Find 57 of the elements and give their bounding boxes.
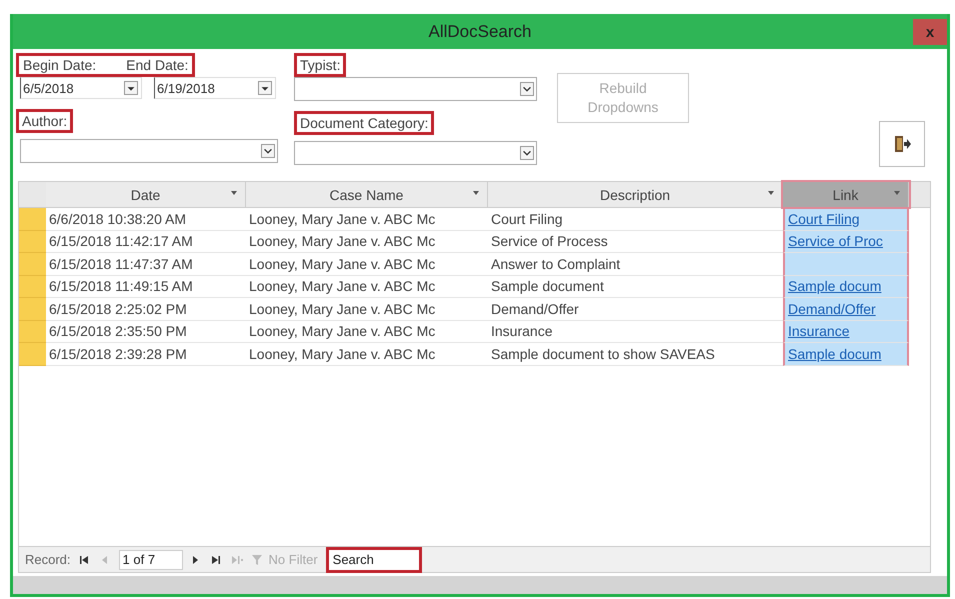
end-date-label: End Date: bbox=[126, 56, 188, 74]
sort-arrow-icon bbox=[894, 191, 900, 195]
document-link[interactable]: Demand/Offer bbox=[788, 300, 876, 317]
first-icon bbox=[78, 554, 89, 564]
document-link[interactable]: Sample docum bbox=[788, 278, 882, 294]
caret-icon bbox=[258, 81, 272, 95]
column-header[interactable]: Link bbox=[783, 182, 909, 207]
record-selector[interactable] bbox=[19, 298, 46, 320]
dropdown-field[interactable] bbox=[20, 139, 278, 163]
exit-door-icon bbox=[892, 134, 912, 154]
begin-date-field[interactable]: 6/5/2018 bbox=[20, 77, 142, 99]
table-cell: 6/15/2018 2:35:50 PM bbox=[46, 320, 246, 343]
table-cell: 6/15/2018 11:42:17 AM bbox=[46, 230, 246, 253]
window-title: AllDocSearch bbox=[428, 22, 532, 42]
caret-icon bbox=[520, 146, 534, 160]
record-selector[interactable] bbox=[19, 276, 46, 298]
caret-icon bbox=[520, 82, 534, 96]
filter-icon bbox=[250, 552, 265, 566]
dropdown-field[interactable] bbox=[294, 141, 537, 165]
caret-icon bbox=[261, 144, 275, 158]
new-record-icon bbox=[230, 554, 243, 564]
new-record-button[interactable] bbox=[230, 554, 243, 564]
close-button[interactable]: x bbox=[913, 19, 947, 45]
document-category-label: Document Category: bbox=[294, 111, 434, 135]
exit-button[interactable] bbox=[879, 121, 925, 167]
typist-label: Typist: bbox=[294, 53, 346, 77]
table-cell: Looney, Mary Jane v. ABC Mc bbox=[246, 320, 488, 343]
table-cell: Service of Process bbox=[488, 230, 783, 253]
table-cell: Court Filing bbox=[488, 208, 783, 230]
sort-arrow-icon bbox=[768, 191, 774, 195]
author-label: Author: bbox=[16, 109, 74, 133]
table-cell: Insurance bbox=[488, 320, 783, 343]
sort-arrow-icon bbox=[473, 191, 479, 195]
record-label: Record: bbox=[25, 552, 71, 567]
table-cell: Looney, Mary Jane v. ABC Mc bbox=[246, 276, 488, 298]
table-cell: Sample document bbox=[488, 276, 783, 298]
first-record-button[interactable] bbox=[78, 554, 91, 564]
sort-arrow-icon bbox=[231, 191, 237, 195]
record-selector[interactable] bbox=[19, 343, 46, 366]
document-link[interactable]: Insurance bbox=[788, 323, 850, 340]
record-selector[interactable] bbox=[19, 320, 46, 343]
dropdown-field[interactable] bbox=[294, 77, 537, 101]
caret-icon bbox=[124, 81, 138, 95]
record-selector[interactable] bbox=[19, 230, 46, 253]
search-field[interactable]: Search bbox=[326, 546, 422, 572]
document-link[interactable]: Court Filing bbox=[788, 210, 860, 227]
begin-date-label: Begin Date: bbox=[23, 56, 96, 74]
record-selector[interactable] bbox=[19, 253, 46, 276]
last-record-button[interactable] bbox=[210, 554, 223, 564]
table-cell: 6/15/2018 11:49:15 AM bbox=[46, 276, 246, 298]
document-link[interactable]: Service of Proc bbox=[788, 233, 883, 250]
record-selector[interactable] bbox=[19, 208, 46, 230]
end-date-field[interactable]: 6/19/2018 bbox=[154, 77, 276, 99]
table-cell: Looney, Mary Jane v. ABC Mc bbox=[246, 230, 488, 253]
record-position-field[interactable]: 1 of 7 bbox=[118, 550, 183, 570]
last-icon bbox=[210, 554, 221, 564]
document-link[interactable]: Sample docum bbox=[788, 346, 882, 362]
